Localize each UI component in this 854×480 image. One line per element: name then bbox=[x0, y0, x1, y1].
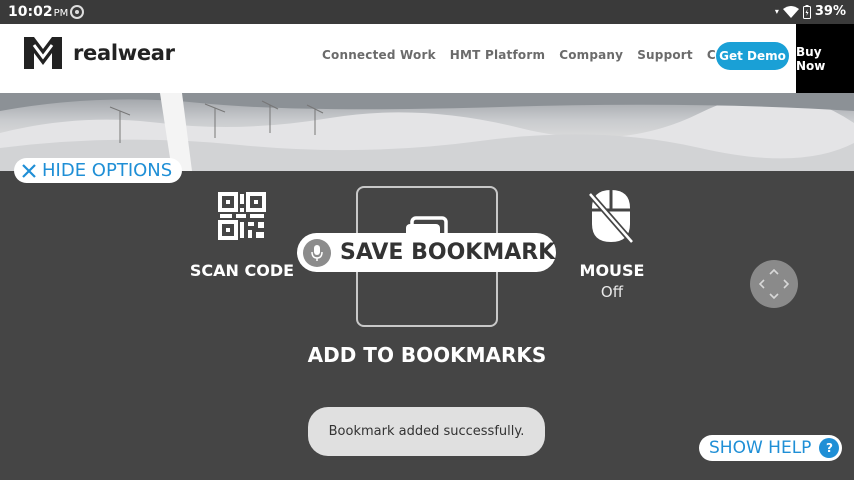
hide-options-button[interactable]: HIDE OPTIONS bbox=[14, 158, 183, 183]
realwear-logo-icon bbox=[24, 37, 62, 69]
wifi-icon bbox=[782, 5, 799, 18]
help-icon: ? bbox=[819, 438, 840, 458]
voice-command-pill: SAVE BOOKMARK bbox=[297, 233, 556, 272]
sync-icon bbox=[70, 5, 84, 19]
mouse-state: Off bbox=[600, 283, 624, 301]
nav-hmt-platform[interactable]: HMT Platform bbox=[450, 48, 545, 62]
signal-icon: ▾ bbox=[774, 7, 779, 16]
hide-options-label: HIDE OPTIONS bbox=[42, 160, 173, 181]
site-header: realwear Connected Work HMT Platform Com… bbox=[0, 24, 854, 93]
nav-support[interactable]: Support bbox=[637, 48, 693, 62]
nav-company[interactable]: Company bbox=[559, 48, 623, 62]
mouse-off-icon[interactable] bbox=[588, 188, 634, 244]
add-to-bookmarks-label[interactable]: ADD TO BOOKMARKS bbox=[290, 343, 564, 367]
get-demo-button[interactable]: Get Demo bbox=[716, 42, 789, 70]
show-help-button[interactable]: SHOW HELP ? bbox=[699, 435, 843, 461]
direction-pad-icon[interactable] bbox=[750, 260, 798, 308]
scan-code-label[interactable]: SCAN CODE bbox=[182, 261, 302, 280]
voice-command-text: SAVE BOOKMARK bbox=[340, 240, 556, 265]
qr-code-icon[interactable] bbox=[218, 192, 266, 240]
clock-ampm: PM bbox=[53, 8, 69, 19]
battery-icon bbox=[802, 4, 811, 19]
logo-text: realwear bbox=[73, 41, 175, 65]
microphone-icon bbox=[303, 238, 331, 267]
mouse-label[interactable]: MOUSE bbox=[566, 261, 658, 280]
nav-connected-work[interactable]: Connected Work bbox=[322, 48, 436, 62]
site-logo[interactable]: realwear bbox=[22, 35, 175, 71]
status-bar: 10:02PM ▾ 39% bbox=[0, 0, 854, 24]
main-nav: Connected Work HMT Platform Company Supp… bbox=[322, 48, 761, 62]
battery-level: 39% bbox=[814, 4, 846, 19]
buy-now-button[interactable]: Buy Now bbox=[796, 24, 854, 93]
show-help-label: SHOW HELP bbox=[709, 438, 812, 458]
clock: 10:02PM bbox=[8, 4, 68, 20]
status-right: ▾ 39% bbox=[775, 4, 846, 19]
close-icon bbox=[22, 163, 36, 178]
toast-message: Bookmark added successfully. bbox=[308, 407, 545, 456]
clock-time: 10:02 bbox=[8, 4, 53, 20]
